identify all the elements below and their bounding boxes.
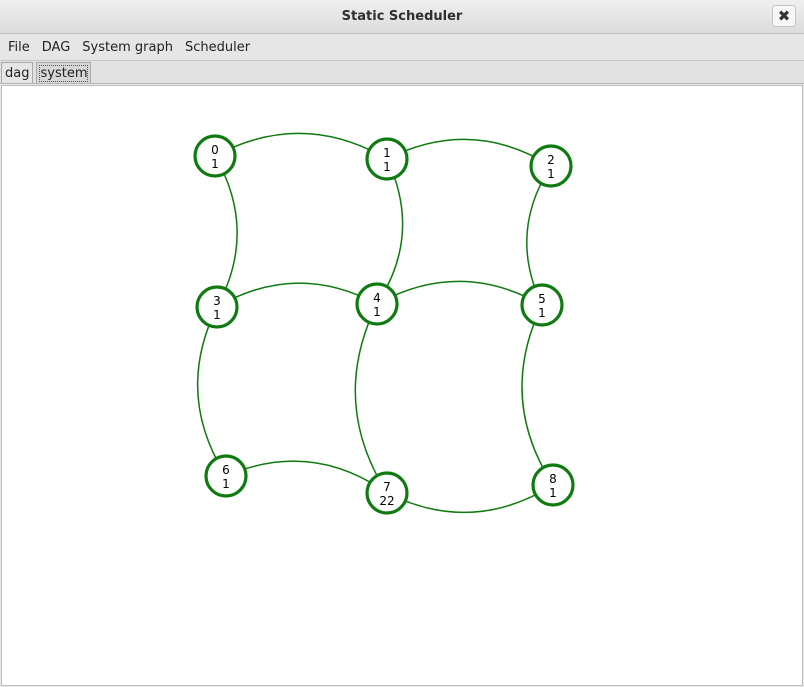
node-id-label: 1 [383, 146, 391, 160]
node-id-label: 0 [211, 143, 219, 157]
window-title: Static Scheduler [341, 9, 463, 24]
menu-file[interactable]: File [2, 40, 36, 55]
node-weight-label: 22 [379, 494, 394, 508]
edge-4-7 [354, 303, 388, 494]
edge-5-8 [521, 304, 554, 486]
edge-6-7 [225, 460, 388, 494]
tab-dag-label: dag [5, 65, 30, 81]
close-icon: ✖ [777, 6, 791, 25]
node-id-label: 2 [547, 153, 555, 167]
graph-node-6[interactable]: 61 [204, 454, 248, 498]
graph-canvas[interactable]: 0 1 1 1 2 1 3 1 4 1 5 1 6 1 7 22 8 1 [1, 85, 803, 686]
graph-node-4[interactable]: 41 [355, 282, 399, 326]
edge-3-4 [216, 282, 378, 308]
graph-node-3[interactable]: 31 [195, 285, 239, 329]
close-button[interactable]: ✖ [772, 5, 796, 27]
node-id-label: 5 [538, 292, 546, 306]
node-id-label: 8 [549, 472, 557, 486]
edge-4-5 [376, 280, 543, 306]
menu-system-graph[interactable]: System graph [76, 40, 179, 55]
node-weight-label: 1 [538, 306, 546, 320]
node-weight-label: 1 [373, 305, 381, 319]
edge-0-3 [214, 155, 238, 308]
graph-node-2[interactable]: 21 [529, 144, 573, 188]
node-weight-label: 1 [222, 477, 230, 491]
tab-system[interactable]: system [36, 62, 92, 83]
edge-1-4 [376, 158, 404, 305]
node-weight-label: 1 [383, 160, 391, 174]
graph-node-5[interactable]: 51 [520, 283, 564, 327]
graph-node-1[interactable]: 11 [365, 137, 409, 181]
edge-7-8 [386, 484, 554, 514]
edge-1-2 [386, 138, 552, 167]
node-weight-label: 1 [549, 486, 557, 500]
node-id-label: 6 [222, 463, 230, 477]
node-id-label: 3 [213, 294, 221, 308]
edge-0-1 [214, 132, 388, 160]
graph-node-8[interactable]: 81 [531, 463, 575, 507]
title-bar: Static Scheduler ✖ [0, 0, 804, 34]
node-weight-label: 1 [213, 308, 221, 322]
edge-3-6 [196, 306, 227, 477]
menu-scheduler[interactable]: Scheduler [179, 40, 256, 55]
node-weight-label: 1 [211, 157, 219, 171]
node-weight-label: 1 [547, 167, 555, 181]
graph-node-0[interactable]: 01 [193, 134, 237, 178]
tab-bar: dag system [0, 61, 804, 84]
menu-dag[interactable]: DAG [36, 40, 77, 55]
graph-node-7[interactable]: 722 [365, 471, 409, 515]
node-id-label: 7 [383, 480, 391, 494]
node-id-label: 4 [373, 291, 381, 305]
tab-dag[interactable]: dag [1, 62, 34, 83]
menu-bar: File DAG System graph Scheduler [0, 34, 804, 61]
tab-system-label: system [39, 64, 89, 82]
system-graph: 0111 2131415161 72281 [193, 132, 575, 515]
